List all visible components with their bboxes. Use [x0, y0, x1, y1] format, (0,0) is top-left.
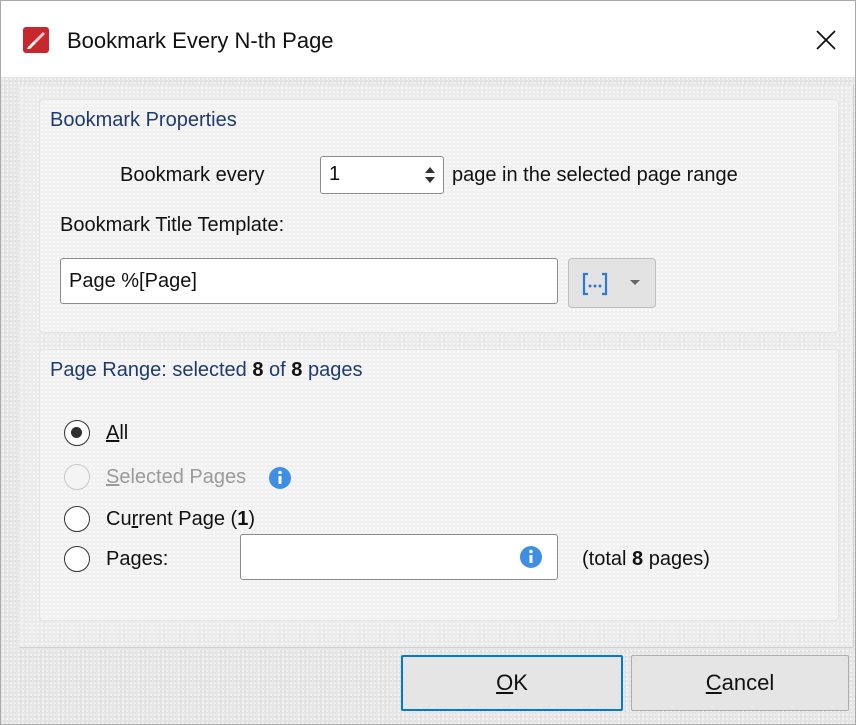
page-range-header-suffix: pages	[302, 359, 363, 381]
close-icon	[816, 30, 836, 50]
total-suffix: pages)	[643, 548, 710, 570]
bookmark-every-spinner[interactable]: 1	[320, 156, 444, 194]
title-template-value[interactable]: Page %[Page]	[69, 270, 197, 293]
bookmark-every-suffix: page in the selected page range	[452, 164, 738, 186]
selected-pages-radio	[64, 464, 90, 490]
dialog-body: Bookmark Properties Bookmark every 1 pag…	[1, 77, 855, 724]
dialog-title: Bookmark Every N-th Page	[67, 28, 334, 53]
pages-pre: Pa	[106, 548, 131, 570]
current-page-number: 1	[237, 508, 249, 530]
ok-button[interactable]: OK	[401, 655, 623, 711]
info-icon[interactable]	[268, 466, 292, 490]
current-page-rest: rent Page (	[138, 508, 238, 530]
page-range-group: Page Range: selected 8 of 8 pages All Se…	[39, 349, 839, 621]
all-rest: ll	[119, 422, 129, 444]
pages-label[interactable]: Pages:	[106, 548, 168, 571]
pages-accel: g	[130, 548, 142, 570]
info-icon[interactable]	[519, 545, 543, 569]
cancel-button[interactable]: Cancel	[631, 655, 849, 711]
total-count: 8	[291, 359, 303, 381]
spinner-arrows-icon[interactable]	[423, 163, 437, 187]
current-page-pre: Cu	[106, 508, 132, 530]
title-bar: Bookmark Every N-th Page	[1, 1, 855, 77]
selected-pages-rest: elected Pages	[119, 466, 247, 488]
total-value: 8	[632, 548, 644, 570]
ok-accel: O	[496, 670, 514, 695]
cancel-accel: C	[705, 670, 722, 695]
page-range-header-middle: of	[263, 359, 292, 381]
close-button[interactable]	[805, 19, 847, 61]
all-radio[interactable]	[64, 420, 90, 446]
page-range-header-prefix: Page Range: selected	[50, 359, 253, 381]
selected-pages-accel: S	[106, 466, 120, 488]
current-page-radio[interactable]	[64, 506, 90, 532]
bookmark-properties-group: Bookmark Properties Bookmark every 1 pag…	[39, 99, 839, 333]
chevron-down-icon	[630, 280, 640, 285]
pages-radio[interactable]	[64, 546, 90, 572]
total-pages-label: (total 8 pages)	[582, 548, 710, 571]
total-prefix: (total	[582, 548, 633, 570]
cancel-rest: ancel	[721, 670, 775, 695]
selected-count: 8	[252, 359, 264, 381]
current-page-close: )	[248, 508, 255, 530]
insert-macro-button[interactable]	[568, 258, 656, 308]
ok-rest: K	[513, 670, 528, 695]
pdf-editor-logo-icon	[23, 27, 49, 53]
bookmark-properties-header: Bookmark Properties	[50, 109, 237, 131]
template-label: Bookmark Title Template:	[60, 214, 285, 236]
pages-input[interactable]	[240, 534, 558, 580]
current-page-label[interactable]: Current Page (1)	[106, 508, 255, 531]
content-panel: Bookmark Properties Bookmark every 1 pag…	[19, 85, 854, 648]
all-accel: A	[106, 422, 120, 444]
pages-rest: es:	[141, 548, 169, 570]
bookmark-every-nth-page-dialog: Bookmark Every N-th Page Bookmark Proper…	[0, 0, 856, 725]
bookmark-every-label: Bookmark every	[120, 164, 265, 186]
insert-macro-icon	[582, 272, 608, 296]
selected-pages-label: Selected Pages	[106, 466, 246, 489]
bookmark-every-value[interactable]: 1	[329, 163, 340, 186]
page-range-header: Page Range: selected 8 of 8 pages	[40, 350, 838, 392]
title-template-input[interactable]: Page %[Page]	[60, 258, 558, 304]
all-label[interactable]: All	[106, 422, 128, 445]
